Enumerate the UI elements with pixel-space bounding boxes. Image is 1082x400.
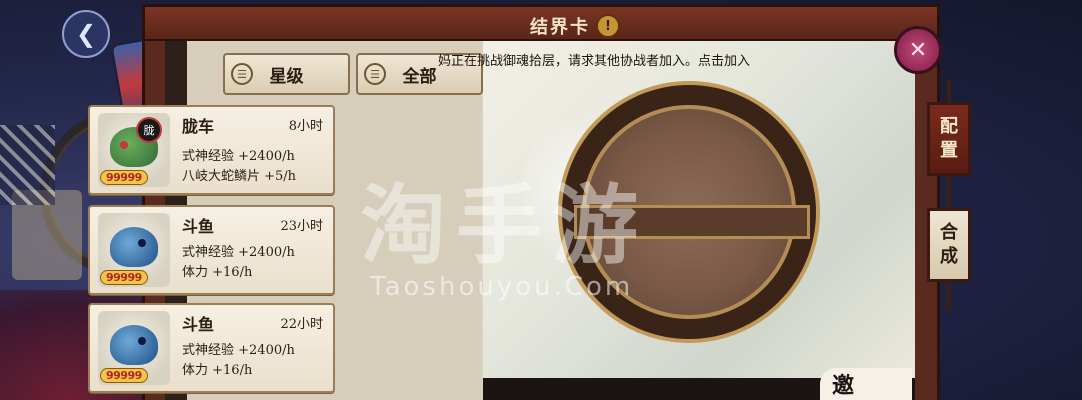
close-icon: ✕ <box>908 37 928 63</box>
filter-label: 全部 <box>402 66 437 87</box>
card-bonus-2: 体力 +16/h <box>182 363 253 378</box>
portrait-detail <box>120 141 128 149</box>
card-rating: 99999 <box>100 368 148 383</box>
barrier-card-item[interactable]: 胧 99999 胧车 8小时 式神经验 +2400/h 八岐大蛇鳞片 +5/h <box>88 105 335 195</box>
back-arrow-icon: ❮ <box>75 20 97 48</box>
barrier-card-item[interactable]: 99999 斗鱼 22小时 式神经验 +2400/h 体力 +16/h <box>88 303 335 393</box>
card-bonus-2: 八岐大蛇鳞片 +5/h <box>182 169 297 184</box>
page-title: 结界卡 <box>530 17 590 38</box>
background-flag <box>0 125 55 205</box>
invite-label: 邀 <box>832 373 855 399</box>
fighting-fish-portrait-icon: 99999 <box>98 213 170 287</box>
watermark-text: 淘手游 <box>360 176 648 276</box>
card-duration: 22小时 <box>280 317 323 332</box>
sort-icon: ☰ <box>231 63 253 85</box>
close-button[interactable]: ✕ <box>894 26 942 74</box>
card-bonus-2: 体力 +16/h <box>182 265 253 280</box>
back-button[interactable]: ❮ <box>62 10 110 58</box>
card-bonus-1: 式神经验 +2400/h <box>182 343 295 358</box>
card-duration: 8小时 <box>288 119 323 134</box>
card-name: 胧车 <box>182 117 215 136</box>
tab-synthesize[interactable]: 合 成 <box>927 208 971 282</box>
portrait-body <box>110 227 158 267</box>
card-bonus-1: 式神经验 +2400/h <box>182 245 295 260</box>
card-duration: 23小时 <box>280 219 323 234</box>
tab-label: 成 <box>940 246 958 267</box>
tab-configure[interactable]: 配 置 <box>927 102 971 176</box>
sort-icon: ☰ <box>364 63 386 85</box>
tab-label: 配 <box>940 116 958 137</box>
portrait-body <box>110 325 158 365</box>
card-name: 斗鱼 <box>182 315 215 334</box>
card-rating: 99999 <box>100 170 148 185</box>
invite-button[interactable]: 邀 <box>820 368 912 400</box>
fighting-fish-portrait-icon: 99999 <box>98 311 170 385</box>
watermark-url: Taoshouyou.Com <box>370 272 634 302</box>
oboroguruma-portrait-icon: 胧 99999 <box>98 113 170 187</box>
card-type-badge: 胧 <box>136 117 162 143</box>
card-bonus-1: 式神经验 +2400/h <box>182 149 295 164</box>
filter-star-level-button[interactable]: ☰ 星级 <box>223 53 350 95</box>
card-name: 斗鱼 <box>182 217 215 236</box>
co-op-invite-notice[interactable]: 妈正在挑战御魂拾层，请求其他协战者加入。点击加入 <box>438 50 750 69</box>
tab-label: 合 <box>940 222 958 243</box>
tab-label: 置 <box>940 140 958 161</box>
portrait-detail <box>138 239 146 247</box>
barrier-card-item[interactable]: 99999 斗鱼 23小时 式神经验 +2400/h 体力 +16/h <box>88 205 335 295</box>
filter-label: 星级 <box>269 66 304 87</box>
info-badge-icon[interactable]: ! <box>596 14 620 38</box>
portrait-detail <box>138 337 146 345</box>
card-rating: 99999 <box>100 270 148 285</box>
